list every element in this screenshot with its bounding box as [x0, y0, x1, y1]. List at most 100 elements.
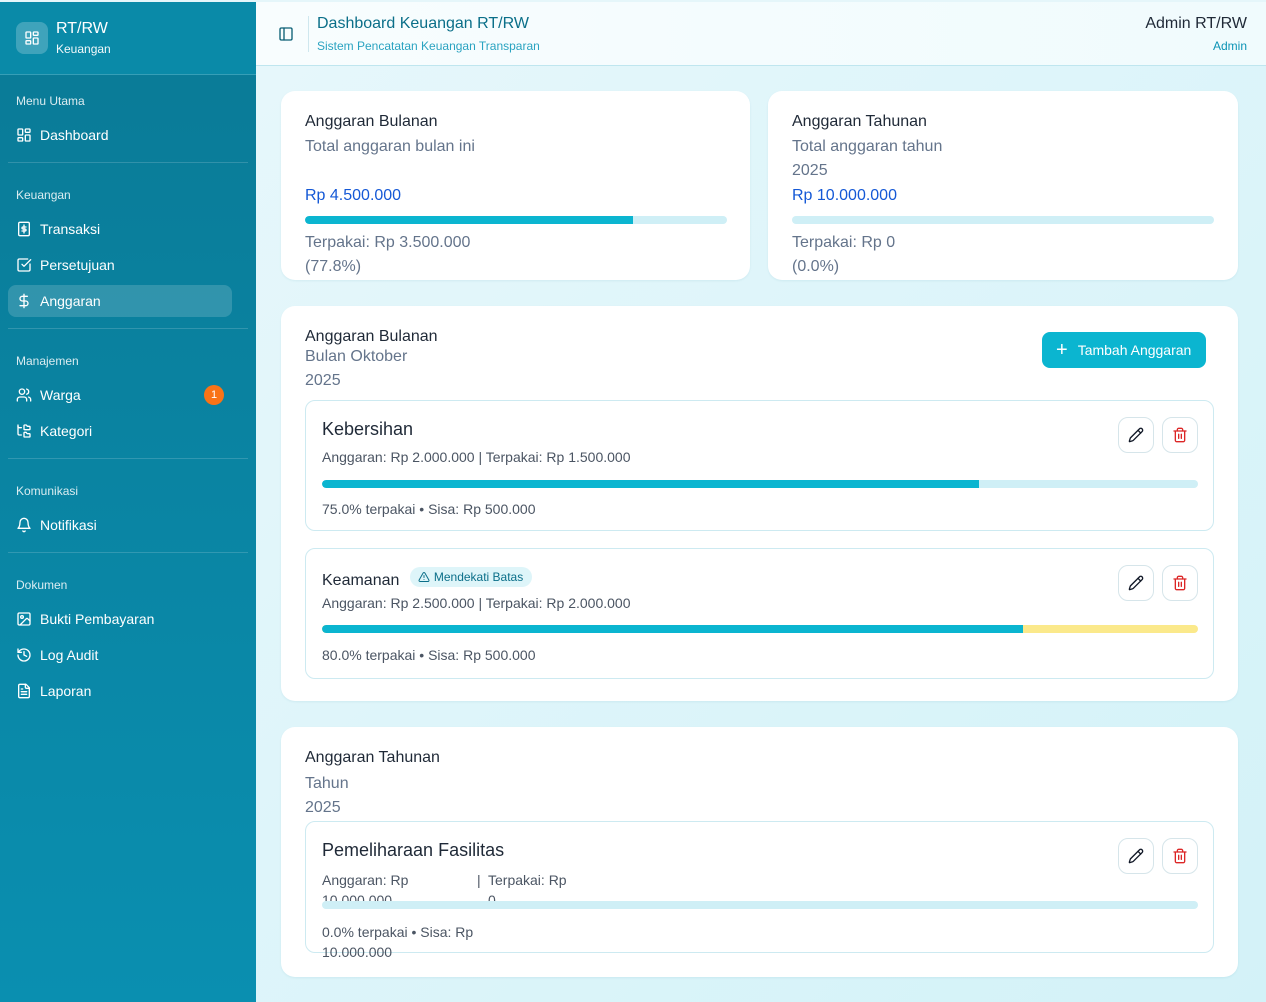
sidebar-item-bukti-pembayaran[interactable]: Bukti Pembayaran: [8, 603, 248, 635]
header-divider: [308, 16, 309, 52]
page-subtitle: Sistem Pencatatan Keuangan Transparan: [317, 39, 540, 53]
pencil-icon: [1128, 427, 1144, 443]
delete-button[interactable]: [1162, 417, 1198, 453]
section-subtitle: Bulan Oktober: [305, 348, 408, 365]
budget-item-footer: 80.0% terpakai • Sisa: Rp 500.000: [322, 647, 536, 663]
detail-separator: |: [477, 872, 481, 888]
used-label: Terpakai: Rp: [488, 872, 567, 888]
budget-item-card: Keamanan Mendekati Batas Anggaran: Rp 2.…: [305, 548, 1214, 679]
budget-item-name: Kebersihan: [322, 419, 414, 439]
edit-button[interactable]: [1118, 838, 1154, 874]
sidebar-item-label: Persetujuan: [40, 257, 115, 273]
budget-label: Anggaran: Rp: [322, 872, 409, 888]
near-limit-badge: Mendekati Batas: [409, 567, 533, 587]
dollar-icon: [19, 293, 29, 309]
sidebar-item-label: Kategori: [40, 423, 93, 439]
nav-group-label: Dokumen: [16, 578, 68, 592]
history-icon: [17, 648, 31, 662]
progress-bar: [322, 901, 1198, 909]
user-name[interactable]: Admin RT/RW: [1145, 15, 1247, 33]
progress-bar: [305, 216, 727, 224]
warning-triangle-icon: [418, 572, 430, 583]
nav-group-menu-utama: Menu Utama Dashboard: [0, 91, 256, 151]
nav-group-dokumen: Dokumen Bukti Pembayaran Log Audit Lapor…: [0, 575, 256, 707]
plus-icon: +: [1056, 339, 1068, 361]
pencil-icon: [1128, 575, 1144, 591]
nav-group-komunikasi: Komunikasi Notifikasi: [0, 481, 256, 541]
used-percentage: (0.0%): [792, 258, 840, 275]
section-subtitle-year: 2025: [305, 799, 341, 816]
sidebar-item-anggaran[interactable]: Anggaran: [8, 285, 232, 317]
sidebar-item-transaksi[interactable]: Transaksi: [8, 213, 248, 245]
budget-item-card: Pemeliharaan Fasilitas Anggaran: Rp 10.0…: [305, 821, 1214, 960]
progress-fill: [322, 480, 979, 488]
monthly-budget-section: Anggaran Bulanan Bulan Oktober 2025 + Ta…: [281, 306, 1238, 701]
bell-icon: [17, 517, 31, 533]
section-subtitle-year: 2025: [305, 372, 341, 389]
nav-group-keuangan: Keuangan Transaksi Persetujuan Anggaran: [0, 185, 256, 317]
budget-amount: Rp 4.500.000: [305, 187, 402, 204]
edit-button[interactable]: [1118, 565, 1154, 601]
budget-item-footer: 75.0% terpakai • Sisa: Rp 500.000: [322, 501, 536, 517]
page-title: Dashboard Keuangan RT/RW: [317, 15, 529, 32]
sidebar-item-label: Warga: [40, 387, 81, 403]
budget-amount: Rp 10.000.000: [792, 187, 897, 204]
sidebar-toggle-icon[interactable]: [276, 24, 296, 44]
nav-divider: [8, 552, 248, 553]
delete-button[interactable]: [1162, 565, 1198, 601]
receipt-icon: [18, 221, 30, 237]
budget-item-footer: 0.0% terpakai • Sisa: Rp 10.000.000: [322, 922, 473, 962]
sidebar-item-label: Laporan: [40, 683, 92, 699]
budget-item-card: Kebersihan Anggaran: Rp 2.000.000 | Terp…: [305, 400, 1214, 531]
progress-fill: [305, 216, 634, 224]
pencil-icon: [1128, 848, 1144, 864]
edit-button[interactable]: [1118, 417, 1154, 453]
category-tree-icon: [17, 424, 31, 438]
used-amount: Terpakai: Rp 0: [792, 234, 896, 251]
sidebar-item-label: Anggaran: [40, 293, 101, 309]
nav-group-manajemen: Manajemen Warga 1 Kategori: [0, 351, 256, 447]
user-role: Admin: [1212, 39, 1247, 53]
brand-subtitle: Keuangan: [56, 42, 111, 56]
card-subtitle-year: 2025: [792, 162, 828, 179]
nav-divider: [8, 162, 248, 163]
footer-remaining: 10.000.000: [322, 944, 393, 960]
nav-group-label: Manajemen: [16, 354, 79, 368]
dashboard-logo-icon: [16, 22, 48, 54]
sidebar-item-kategori[interactable]: Kategori: [8, 415, 248, 447]
budget-item-detail: Anggaran: Rp 2.500.000 | Terpakai: Rp 2.…: [322, 595, 631, 611]
budget-item-name: Keamanan: [322, 572, 400, 589]
file-text-icon: [18, 683, 30, 699]
section-title: Anggaran Bulanan: [305, 328, 438, 345]
add-budget-button[interactable]: + Tambah Anggaran: [1042, 332, 1207, 368]
sidebar-item-label: Notifikasi: [40, 517, 97, 533]
sidebar-item-notifikasi[interactable]: Notifikasi: [8, 509, 248, 541]
sidebar-item-warga[interactable]: Warga 1: [8, 379, 248, 411]
trash-icon: [1173, 848, 1187, 864]
card-title: Anggaran Bulanan: [305, 113, 438, 130]
sidebar-item-dashboard[interactable]: Dashboard: [8, 119, 248, 151]
check-square-icon: [17, 258, 32, 272]
progress-bar: [322, 480, 1198, 488]
sidebar-item-label: Transaksi: [40, 221, 101, 237]
sidebar-item-label: Bukti Pembayaran: [40, 611, 155, 627]
delete-button[interactable]: [1162, 838, 1198, 874]
yearly-budget-section: Anggaran Tahunan Tahun 2025 Pemeliharaan…: [281, 727, 1238, 977]
brand[interactable]: RT/RW Keuangan: [0, 2, 256, 75]
progress-fill: [322, 625, 1023, 633]
progress-bar: [322, 625, 1198, 633]
nav-divider: [8, 328, 248, 329]
section-title: Anggaran Tahunan: [305, 749, 440, 766]
brand-title: RT/RW: [56, 20, 108, 37]
nav-group-label: Komunikasi: [16, 484, 79, 498]
card-title: Anggaran Tahunan: [792, 113, 927, 130]
add-budget-label: Tambah Anggaran: [1077, 342, 1192, 358]
sidebar-item-laporan[interactable]: Laporan: [8, 675, 248, 707]
notification-count-badge: 1: [204, 385, 224, 405]
sidebar-item-persetujuan[interactable]: Persetujuan: [8, 249, 248, 281]
near-limit-label: Mendekati Batas: [433, 570, 524, 584]
sidebar-item-log-audit[interactable]: Log Audit: [8, 639, 248, 671]
sidebar: RT/RW Keuangan Menu Utama Dashboard Keua…: [0, 0, 256, 1002]
used-amount: Terpakai: Rp 3.500.000: [305, 234, 471, 251]
trash-icon: [1173, 427, 1187, 443]
